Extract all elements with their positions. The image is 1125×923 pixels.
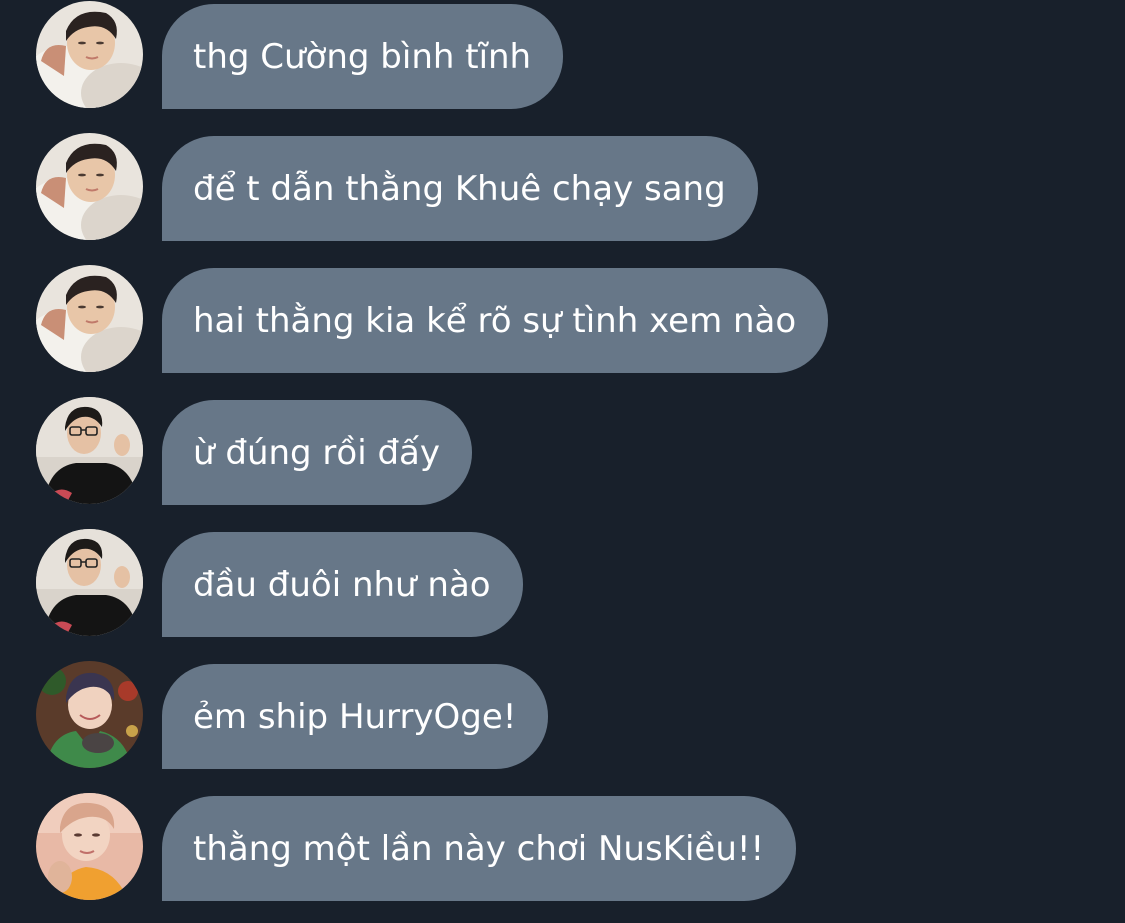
avatar[interactable] bbox=[36, 793, 143, 900]
message-text: ừ đúng rồi đấy bbox=[193, 432, 440, 473]
message-bubble[interactable]: ừ đúng rồi đấy bbox=[162, 400, 472, 505]
avatar[interactable] bbox=[36, 133, 143, 240]
message-bubble[interactable]: đầu đuôi như nào bbox=[162, 532, 523, 637]
message-bubble[interactable]: thg Cường bình tĩnh bbox=[162, 4, 564, 109]
avatar-user-a-image bbox=[36, 1, 143, 108]
message-text: thằng một lần này chơi NusKiều!! bbox=[193, 828, 765, 869]
avatar-user-b-image bbox=[36, 397, 143, 504]
message-bubble[interactable]: để t dẫn thằng Khuê chạy sang bbox=[162, 136, 758, 241]
avatar-user-d-image bbox=[36, 793, 143, 900]
message-row: hai thằng kia kể rõ sự tình xem nào bbox=[0, 265, 1125, 374]
avatar[interactable] bbox=[36, 265, 143, 372]
avatar-user-a-image bbox=[36, 133, 143, 240]
message-bubble[interactable]: thằng một lần này chơi NusKiều!! bbox=[162, 796, 797, 901]
avatar[interactable] bbox=[36, 1, 143, 108]
avatar[interactable] bbox=[36, 529, 143, 636]
message-row: ẻm ship HurryOge! bbox=[0, 661, 1125, 770]
message-text: để t dẫn thằng Khuê chạy sang bbox=[193, 168, 726, 209]
message-text: hai thằng kia kể rõ sự tình xem nào bbox=[193, 300, 797, 341]
chat-thread: thg Cường bình tĩnh để t dẫn thằng Khuê … bbox=[0, 0, 1125, 923]
avatar[interactable] bbox=[36, 397, 143, 504]
message-row: thg Cường bình tĩnh bbox=[0, 1, 1125, 110]
message-bubble[interactable]: ẻm ship HurryOge! bbox=[162, 664, 549, 769]
message-row: ừ đúng rồi đấy bbox=[0, 397, 1125, 506]
message-row: để t dẫn thằng Khuê chạy sang bbox=[0, 133, 1125, 242]
message-bubble[interactable]: hai thằng kia kể rõ sự tình xem nào bbox=[162, 268, 829, 373]
avatar-user-c-image bbox=[36, 661, 143, 768]
avatar-user-b-image bbox=[36, 529, 143, 636]
message-row: đầu đuôi như nào bbox=[0, 529, 1125, 638]
avatar-user-a-image bbox=[36, 265, 143, 372]
message-text: thg Cường bình tĩnh bbox=[193, 36, 532, 77]
message-text: ẻm ship HurryOge! bbox=[193, 696, 517, 737]
message-text: đầu đuôi như nào bbox=[193, 564, 491, 605]
message-row: thằng một lần này chơi NusKiều!! bbox=[0, 793, 1125, 902]
avatar[interactable] bbox=[36, 661, 143, 768]
